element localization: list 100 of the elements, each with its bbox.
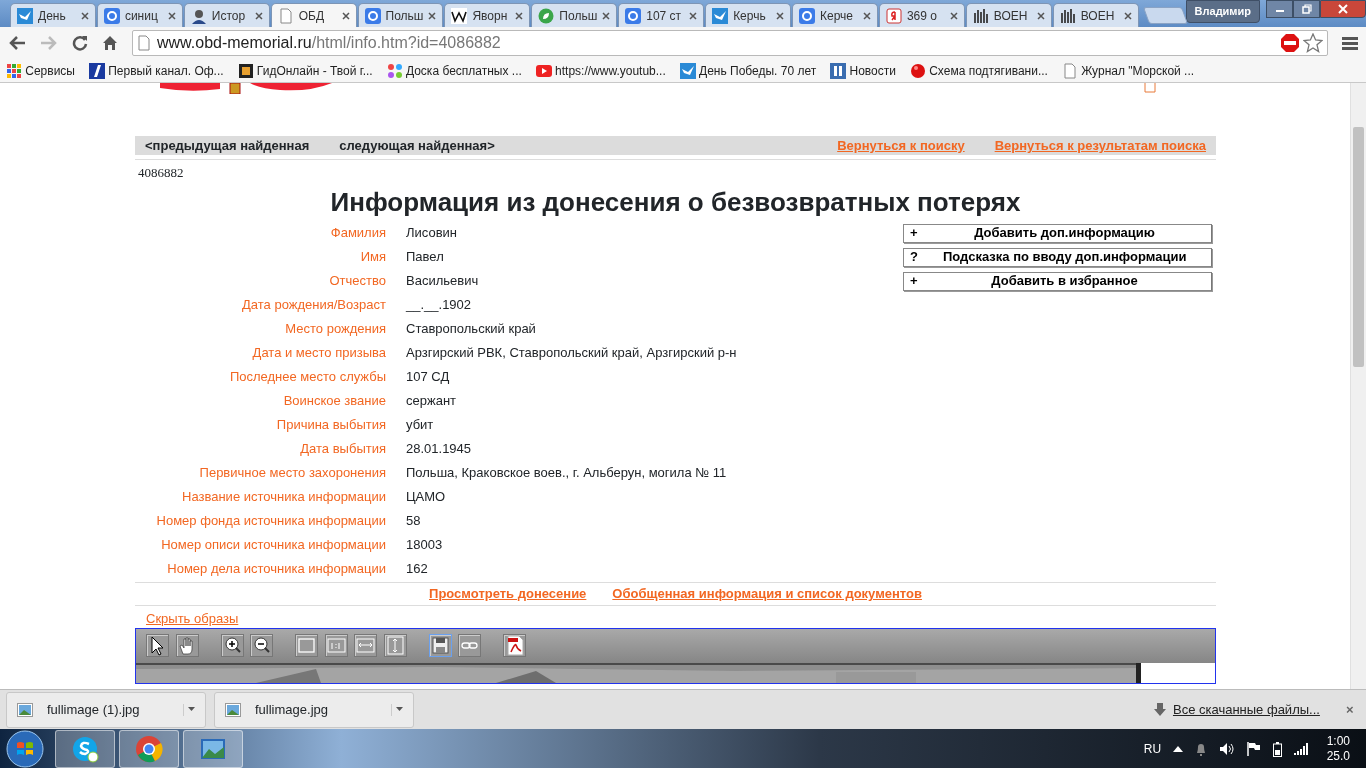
- browser-tab[interactable]: День: [10, 3, 96, 27]
- address-bar[interactable]: www.obd-memorial.ru/html/info.htm?id=4086882: [132, 30, 1328, 56]
- field-label: Причина выбытия: [275, 415, 386, 434]
- browser-tab[interactable]: Польш: [357, 3, 444, 27]
- field-value: 28.01.1945: [406, 439, 472, 458]
- action-button[interactable]: ? Подсказка по вводу доп.информации: [903, 247, 1212, 267]
- image-file-icon: [17, 702, 33, 717]
- browser-tab[interactable]: ВОЕН: [965, 3, 1052, 27]
- browser-tab[interactable]: Керче: [792, 3, 878, 27]
- browser-tab[interactable]: синиц: [96, 3, 183, 27]
- field-value: 107 СД: [406, 367, 450, 386]
- google-icon: [103, 7, 120, 24]
- field-label: Отчество: [328, 271, 386, 290]
- viewer-tool-button[interactable]: [428, 634, 452, 657]
- close-icon: [602, 11, 611, 20]
- action-button[interactable]: + Добавить доп.информацию: [903, 223, 1212, 243]
- close-icon: [515, 11, 524, 20]
- start-button[interactable]: [6, 730, 44, 768]
- taskbar-app[interactable]: [118, 730, 179, 768]
- next-link[interactable]: следующая найденная>: [339, 135, 495, 156]
- field-label: Последнее место службы: [228, 367, 386, 386]
- profile-button[interactable]: Владимир: [1185, 0, 1260, 23]
- close-button[interactable]: ×: [1345, 699, 1354, 720]
- browser-tab[interactable]: Керчь: [705, 3, 791, 27]
- new-tab-button[interactable]: [1142, 7, 1188, 24]
- bird-icon: [17, 7, 33, 24]
- minimize-button[interactable]: [1266, 0, 1293, 18]
- field-value: Павел: [406, 247, 444, 266]
- video-icon: [535, 62, 552, 79]
- bell-icon: [1195, 742, 1208, 756]
- bookmark[interactable]: Доска бесплатных ...: [386, 61, 522, 80]
- actual-size-icon: [325, 635, 347, 656]
- browser-tab[interactable]: 369 о: [878, 3, 965, 27]
- browser-tab[interactable]: ОБД: [270, 3, 357, 27]
- browser-tab[interactable]: Истор: [183, 3, 270, 27]
- previous-link[interactable]: <предыдущая найденная: [145, 135, 310, 156]
- maximize-button[interactable]: [1293, 0, 1320, 18]
- clock-time[interactable]: 1:00: [1326, 734, 1350, 749]
- wiki-icon: [451, 7, 468, 24]
- viewer-tool-button[interactable]: [250, 634, 273, 657]
- page-title: Информация из донесения о безвозвратных потерях: [329, 186, 1022, 217]
- speaker-icon: [1219, 742, 1236, 756]
- taskbar-app[interactable]: [54, 730, 115, 768]
- bookmark[interactable]: Новости: [830, 61, 896, 80]
- menu-icon: [1342, 35, 1358, 51]
- bookmark[interactable]: https://www.youtub...: [535, 61, 666, 80]
- bookmark[interactable]: Журнал "Морской ...: [1061, 61, 1195, 80]
- windows-logo-icon: [6, 730, 44, 768]
- clock-date[interactable]: 25.0: [1326, 749, 1350, 764]
- close-icon: [776, 11, 784, 20]
- viewer-tool-button[interactable]: [146, 634, 169, 657]
- show-hidden-icon: [1173, 746, 1184, 752]
- field-value: 162: [406, 559, 428, 578]
- bookmark[interactable]: Первый канал. Оф...: [88, 61, 224, 80]
- download-icon: [1154, 702, 1167, 717]
- bookmark[interactable]: ГидОнлайн - Твой г...: [237, 61, 373, 80]
- image-file-icon: [225, 702, 241, 717]
- frame-icon: [237, 62, 254, 79]
- field-label: Первичное место захоронения: [198, 463, 386, 482]
- field-value: убит: [406, 415, 434, 434]
- chrome-icon: [134, 735, 163, 763]
- field-label: Воинское звание: [282, 391, 386, 410]
- field-label: Место рождения: [284, 319, 386, 338]
- field-value: Лисовин: [406, 223, 458, 242]
- browser-tab[interactable]: Яворн: [444, 3, 531, 27]
- bookmark[interactable]: Схема подтягивани...: [909, 61, 1048, 80]
- channel-icon: [88, 62, 105, 79]
- bookmark[interactable]: День Победы. 70 лет: [679, 61, 817, 80]
- google-icon: [799, 7, 815, 24]
- fit-height-icon: [384, 635, 406, 656]
- close-icon: [949, 11, 958, 20]
- forward-icon: [40, 35, 58, 51]
- skype-icon: [70, 735, 99, 763]
- field-label: Дата выбытия: [299, 439, 386, 458]
- field-value: Арзгирский РВК, Ставропольский край, Арзгирский р-н: [406, 343, 737, 362]
- page-icon: [137, 35, 151, 51]
- page-icon: [1061, 62, 1078, 79]
- download-item[interactable]: fullimage.jpg: [214, 691, 414, 728]
- google-icon: [364, 7, 381, 24]
- google-icon: [625, 7, 642, 24]
- browser-tab[interactable]: 107 ст: [618, 3, 705, 27]
- browser-tab[interactable]: ВОЕН: [1052, 3, 1139, 27]
- browser-tab[interactable]: Польш: [531, 3, 618, 27]
- taskbar-app[interactable]: [182, 730, 243, 768]
- all-downloads-link[interactable]: Все скачанные файлы...: [1172, 699, 1320, 720]
- bookmark[interactable]: Сервисы: [6, 61, 75, 80]
- close-icon: [1338, 4, 1348, 14]
- download-item[interactable]: fullimage (1).jpg: [6, 691, 206, 728]
- bird-icon: [679, 62, 696, 79]
- field-value: Ставропольский край: [406, 319, 536, 338]
- url-text: www.obd-memorial.ru/html/info.htm?id=4086882: [157, 33, 501, 53]
- close-icon: [428, 11, 437, 20]
- viewer-tool-button[interactable]: [220, 634, 244, 657]
- close-button[interactable]: [1320, 0, 1366, 18]
- scrollbar-thumb[interactable]: [1353, 127, 1364, 367]
- action-button[interactable]: + Добавить в избранное: [903, 271, 1212, 291]
- save-icon: [429, 635, 451, 656]
- page-icon: [277, 7, 294, 24]
- language-indicator[interactable]: RU: [1143, 740, 1162, 758]
- stop-sign-icon: [1279, 33, 1300, 53]
